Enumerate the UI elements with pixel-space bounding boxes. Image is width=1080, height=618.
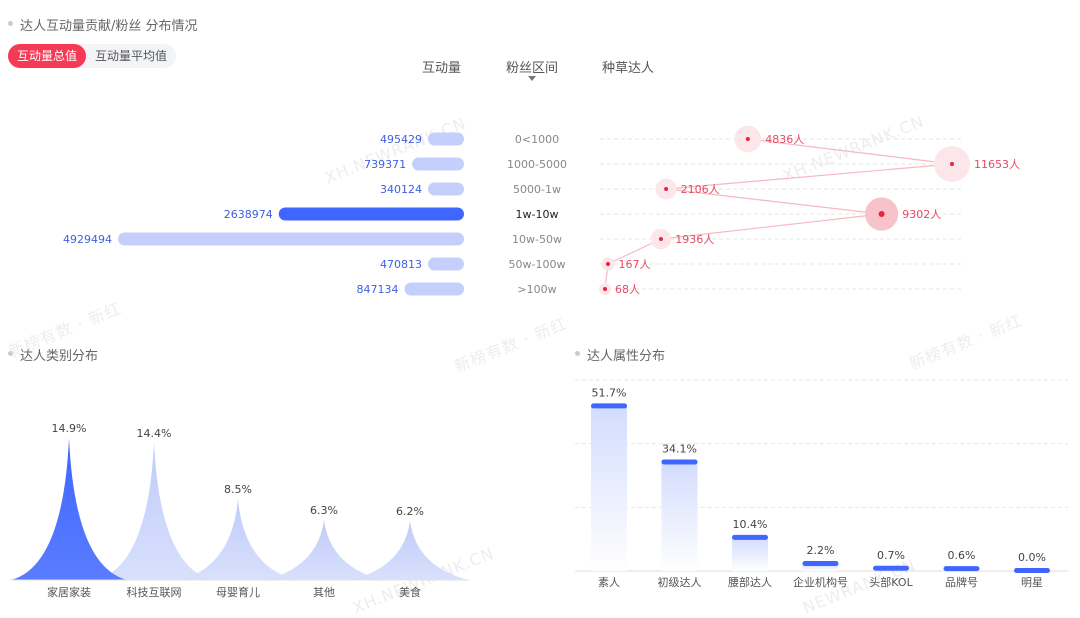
kol-count-label: 1936人 bbox=[675, 233, 714, 246]
interaction-bar bbox=[404, 282, 464, 296]
attribute-axis-label: 企业机构号 bbox=[793, 575, 848, 589]
category-axis-label: 家居家装 bbox=[47, 585, 91, 599]
attribute-bar-cap bbox=[802, 560, 839, 566]
attribute-value-label: 34.1% bbox=[662, 442, 697, 455]
fan-range-label: 0<1000 bbox=[515, 133, 559, 146]
interaction-value-label: 739371 bbox=[364, 158, 406, 171]
attribute-bar bbox=[732, 537, 768, 571]
interaction-bar bbox=[412, 157, 464, 171]
category-area bbox=[266, 519, 382, 580]
interaction-bar bbox=[428, 257, 464, 271]
interaction-value-label: 495429 bbox=[380, 133, 422, 146]
interaction-value-label: 470813 bbox=[380, 258, 422, 271]
attribute-value-label: 2.2% bbox=[807, 544, 835, 557]
interaction-value-label: 340124 bbox=[380, 183, 422, 196]
kol-count-label: 167人 bbox=[619, 258, 651, 271]
category-value-label: 6.3% bbox=[310, 504, 338, 517]
category-value-label: 14.9% bbox=[52, 422, 87, 435]
attribute-axis-label: 头部KOL bbox=[869, 575, 913, 589]
category-value-label: 6.2% bbox=[396, 505, 424, 518]
kol-point bbox=[745, 137, 750, 141]
attribute-value-label: 10.4% bbox=[733, 518, 768, 531]
attribute-bar-cap bbox=[873, 565, 909, 571]
attribute-bar bbox=[591, 406, 627, 571]
attribute-bar-cap bbox=[943, 566, 980, 572]
attribute-value-label: 0.7% bbox=[877, 549, 905, 562]
category-axis-label: 科技互联网 bbox=[127, 585, 182, 599]
category-area bbox=[180, 498, 296, 580]
fan-range-label: 50w-100w bbox=[509, 258, 566, 271]
kol-point bbox=[664, 187, 669, 191]
fan-range-label: 5000-1w bbox=[513, 183, 561, 196]
attribute-axis-label: 明星 bbox=[1021, 576, 1043, 589]
attribute-bar bbox=[661, 462, 698, 571]
attribute-bar-cap bbox=[661, 459, 698, 465]
fan-range-label: >100w bbox=[517, 283, 556, 296]
attribute-axis-label: 素人 bbox=[598, 576, 620, 589]
category-value-label: 14.4% bbox=[137, 427, 172, 440]
category-value-label: 8.5% bbox=[224, 483, 252, 496]
kol-count-label: 4836人 bbox=[765, 133, 804, 146]
interaction-value-label: 2638974 bbox=[224, 208, 273, 221]
kol-count-label: 9302人 bbox=[902, 208, 941, 221]
kol-point bbox=[603, 287, 608, 291]
interaction-bar bbox=[278, 207, 464, 221]
attribute-value-label: 0.0% bbox=[1018, 551, 1046, 564]
category-area bbox=[96, 442, 212, 580]
interaction-value-label: 847134 bbox=[357, 283, 399, 296]
category-axis-label: 其他 bbox=[313, 586, 335, 599]
category-axis-label: 美食 bbox=[399, 585, 421, 599]
interaction-bar bbox=[118, 232, 464, 246]
category-area bbox=[352, 520, 468, 580]
attribute-value-label: 0.6% bbox=[948, 549, 976, 562]
interaction-bar bbox=[428, 132, 464, 146]
kol-count-label: 2106人 bbox=[681, 183, 720, 196]
attribute-bar-cap bbox=[732, 534, 768, 540]
attribute-axis-label: 腰部达人 bbox=[728, 575, 772, 589]
interaction-bar bbox=[428, 182, 464, 196]
category-axis-label: 母婴育儿 bbox=[216, 585, 260, 599]
category-area bbox=[11, 438, 127, 580]
kol-point bbox=[658, 237, 663, 241]
fan-range-label: 1000-5000 bbox=[507, 158, 567, 171]
kol-count-label: 11653人 bbox=[974, 158, 1020, 171]
fan-range-label: 1w-10w bbox=[516, 208, 559, 221]
kol-point bbox=[878, 211, 885, 217]
kol-count-label: 68人 bbox=[615, 283, 640, 296]
fan-range-label: 10w-50w bbox=[512, 233, 562, 246]
attribute-value-label: 51.7% bbox=[592, 386, 627, 399]
attribute-axis-label: 品牌号 bbox=[945, 575, 978, 589]
interaction-value-label: 4929494 bbox=[63, 233, 112, 246]
kol-point bbox=[950, 162, 954, 166]
attribute-bar-cap bbox=[1014, 568, 1050, 573]
attribute-bar-cap bbox=[591, 403, 627, 409]
charts-canvas: 495429 0<1000 739371 1000-5000 340124 5000-1w… bbox=[10, 125, 1068, 599]
kol-point bbox=[606, 262, 611, 266]
attribute-axis-label: 初级达人 bbox=[658, 575, 702, 589]
